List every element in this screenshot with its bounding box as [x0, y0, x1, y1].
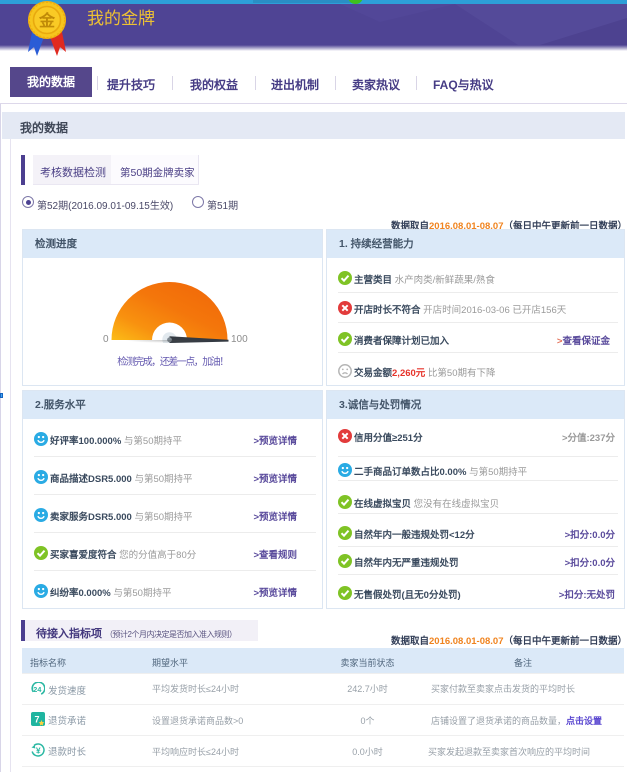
- svg-text:金: 金: [38, 11, 56, 30]
- svg-text:24: 24: [33, 685, 42, 694]
- svg-text:7: 7: [34, 715, 39, 725]
- svg-text:¥: ¥: [36, 746, 41, 756]
